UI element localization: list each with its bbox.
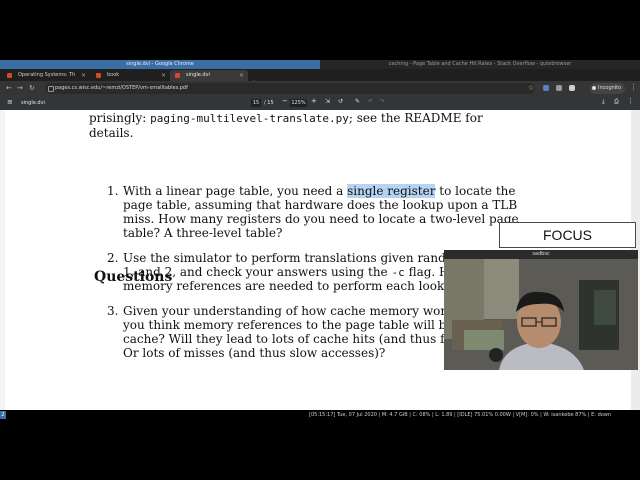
lock-icon (48, 86, 54, 92)
question-3-line: Or lots of misses (and thus slow accesse… (123, 346, 386, 360)
status-text: [05:15:17] Tue, 07 Jul 2020 | M: 4.7 GiB… (309, 412, 612, 418)
tab-label: Operating Systems: Th (18, 72, 76, 78)
extension-icon[interactable] (556, 85, 562, 91)
question-number: 1. (107, 184, 119, 198)
close-icon[interactable]: × (81, 70, 86, 81)
tab-single-dvi[interactable]: single.dvi × (170, 70, 248, 81)
pdf-favicon-icon (175, 73, 180, 78)
zoom-out-button[interactable]: − (282, 97, 288, 105)
close-icon[interactable]: × (161, 70, 166, 81)
pdf-filename: single.dvi (21, 100, 45, 106)
bookmark-star-icon[interactable]: ☆ (528, 84, 534, 92)
question-1-line: page table, assuming that hardware does … (123, 198, 518, 212)
question-1-line: table? A three-level table? (123, 226, 283, 240)
extension-icon[interactable] (543, 85, 549, 91)
status-bar: 2 [05:15:17] Tue, 07 Jul 2020 | M: 4.7 G… (0, 410, 640, 420)
pdf-toolbar: ≡ single.dvi 15 / 15 − 125% + ⇲ ↺ ✎ ↶ ↷ … (0, 96, 640, 110)
reload-icon[interactable]: ↻ (29, 84, 35, 92)
close-icon[interactable]: × (239, 70, 244, 81)
qutebrowser-title-bar: caching - Page Table and Cache Hit Rates… (320, 60, 640, 69)
incognito-badge[interactable]: Incognito (590, 83, 626, 94)
highlighted-text: single register (347, 184, 436, 198)
extensions-puzzle-icon[interactable] (569, 85, 575, 91)
fit-page-icon[interactable]: ⇲ (325, 98, 330, 105)
tab-book[interactable]: book × (91, 70, 170, 81)
question-1-line: With a linear page table, you need a sin… (123, 184, 516, 198)
print-icon[interactable]: ⎙ (614, 98, 619, 106)
more-options-icon[interactable]: ⋮ (627, 97, 634, 105)
question-2-line: memory references are needed to perform … (123, 279, 467, 293)
intro-line: details. (89, 126, 134, 140)
workspace-indicator[interactable]: 2 (0, 411, 6, 419)
browser-menu-icon[interactable]: ⋮ (630, 83, 637, 91)
zoom-input[interactable]: 125% (290, 99, 307, 107)
download-icon[interactable]: ⤓ (602, 98, 605, 106)
pdf-favicon-icon (7, 73, 12, 78)
question-number: 3. (107, 304, 119, 318)
url-text: pages.cs.wisc.edu/~remzi/OSTEP/vm-smallt… (55, 85, 188, 91)
question-1-line: miss. How many registers do you need to … (123, 212, 519, 226)
incognito-icon (592, 86, 596, 90)
page-total: / 15 (264, 100, 274, 106)
back-icon[interactable]: ← (6, 84, 12, 92)
incognito-label: Incognito (598, 85, 622, 91)
tab-label: single.dvi (186, 72, 210, 78)
page-number-input[interactable]: 15 (251, 99, 261, 107)
rotate-icon[interactable]: ↺ (338, 98, 343, 105)
webcam-feed-image (444, 259, 638, 370)
forward-icon[interactable]: → (17, 84, 23, 92)
focus-label: FOCUS (543, 227, 592, 243)
zoom-in-button[interactable]: + (311, 97, 317, 105)
redo-icon[interactable]: ↷ (380, 98, 385, 105)
intro-line: prisingly: paging-multilevel-translate.p… (89, 111, 483, 125)
annotate-icon[interactable]: ✎ (355, 98, 360, 105)
tab-label: book (107, 72, 120, 78)
question-number: 2. (107, 251, 119, 265)
tab-operating-systems[interactable]: Operating Systems: Th × (2, 70, 90, 81)
sidebar-menu-icon[interactable]: ≡ (7, 98, 13, 106)
webcam-overlay: sadbsc (444, 250, 638, 370)
url-field[interactable]: pages.cs.wisc.edu/~remzi/OSTEP/vm-smallt… (45, 83, 535, 94)
pdf-favicon-icon (96, 73, 101, 78)
tab-strip: Operating Systems: Th × book × single.dv… (0, 69, 640, 87)
undo-icon[interactable]: ↶ (368, 98, 373, 105)
chrome-title-bar: single.dvi - Google Chrome (0, 60, 320, 69)
focus-overlay: FOCUS (499, 222, 636, 248)
